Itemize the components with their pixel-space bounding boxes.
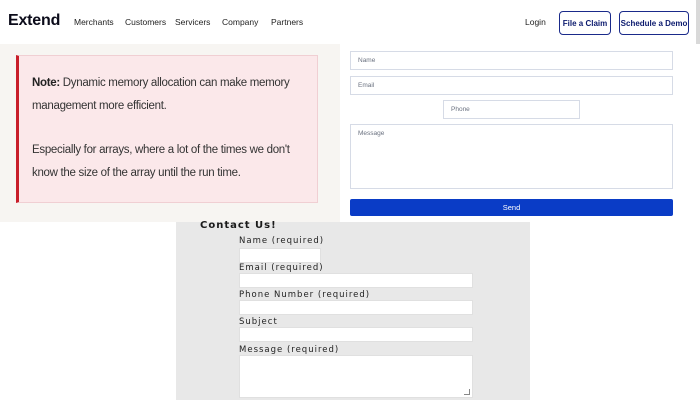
nav-merchants[interactable]: Merchants	[74, 17, 114, 27]
email-input[interactable]: Email	[350, 76, 673, 95]
site-header: Extend Merchants Customers Servicers Com…	[0, 0, 700, 44]
contact-phone-input[interactable]	[239, 300, 473, 315]
contact-email-input[interactable]	[239, 273, 473, 288]
name-input[interactable]: Name	[350, 51, 673, 70]
file-claim-button[interactable]: File a Claim	[559, 11, 611, 35]
resize-grip-icon[interactable]	[464, 389, 470, 395]
contact-message-label: Message (required)	[239, 345, 340, 355]
send-button[interactable]: Send	[350, 199, 673, 216]
scrollbar[interactable]	[696, 0, 700, 44]
contact-message-textarea[interactable]	[239, 355, 473, 398]
schedule-demo-button[interactable]: Schedule a Demo	[619, 11, 689, 35]
contact-form: Contact Us! Name (required) Email (requi…	[176, 220, 530, 400]
phone-input[interactable]: Phone	[443, 100, 580, 119]
contact-subject-input[interactable]	[239, 327, 473, 342]
contact-name-input[interactable]	[239, 248, 321, 263]
nav-company[interactable]: Company	[222, 17, 258, 27]
nav-customers[interactable]: Customers	[125, 17, 166, 27]
contact-name-label: Name (required)	[239, 236, 325, 246]
extend-logo[interactable]: Extend	[8, 12, 60, 30]
note-paragraph-2: Especially for arrays, where a lot of th…	[32, 144, 290, 179]
contact-email-label: Email (required)	[239, 263, 324, 273]
note-label: Note:	[32, 77, 60, 89]
note-paragraph-1: Note: Dynamic memory allocation can make…	[32, 72, 317, 118]
message-textarea[interactable]: Message	[350, 124, 673, 189]
note-text-1: Dynamic memory allocation can make memor…	[32, 77, 290, 112]
note-callout: Note: Dynamic memory allocation can make…	[16, 55, 318, 203]
login-link[interactable]: Login	[525, 17, 546, 27]
contact-title: Contact Us!	[200, 220, 277, 231]
nav-servicers[interactable]: Servicers	[175, 17, 210, 27]
contact-phone-label: Phone Number (required)	[239, 290, 371, 300]
contact-subject-label: Subject	[239, 317, 278, 327]
nav-partners[interactable]: Partners	[271, 17, 303, 27]
